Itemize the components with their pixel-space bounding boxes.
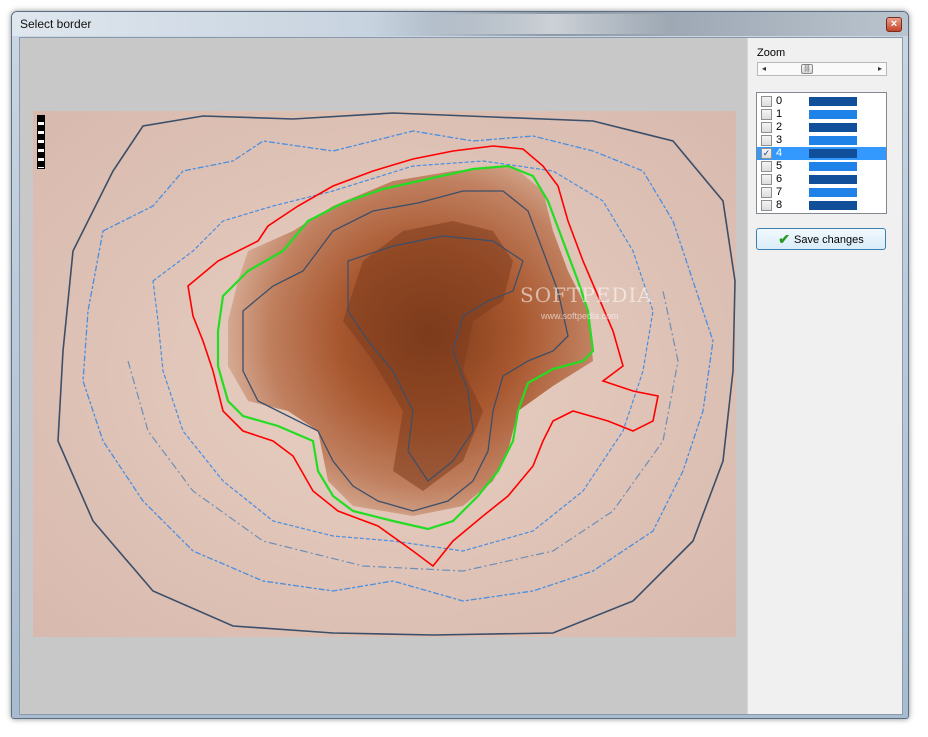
border-checkbox[interactable]	[761, 187, 772, 198]
border-color-swatch	[809, 97, 857, 106]
save-changes-button[interactable]: ✔ Save changes	[756, 228, 886, 250]
softpedia-url: www.softpedia.com	[541, 311, 619, 321]
border-color-swatch	[809, 175, 857, 184]
border-checkbox[interactable]	[761, 200, 772, 211]
border-checkbox[interactable]: ✓	[761, 148, 772, 159]
border-color-swatch	[809, 162, 857, 171]
border-item-2[interactable]: 2	[757, 121, 886, 134]
border-item-label: 2	[776, 121, 783, 133]
border-item-1[interactable]: 1	[757, 108, 886, 121]
border-color-swatch	[809, 110, 857, 119]
check-icon: ✔	[778, 231, 790, 247]
zoom-left-arrow-icon[interactable]: ◂	[758, 63, 770, 75]
border-checkbox[interactable]	[761, 174, 772, 185]
side-panel: Zoom ◂ ||| ▸ 0 1 2 3 ✓ 4 5 6 7 8 ✔ Save changes	[747, 38, 902, 714]
lesion-image[interactable]: SOFTPEDIA www.softpedia.com	[33, 111, 736, 637]
border-item-5[interactable]: 5	[757, 160, 886, 173]
border-color-swatch	[809, 123, 857, 132]
zoom-slider[interactable]: ◂ ||| ▸	[757, 62, 887, 76]
border-color-swatch	[809, 201, 857, 210]
border-item-label: 6	[776, 173, 783, 185]
border-item-8[interactable]: 8	[757, 199, 886, 212]
border-list[interactable]: 0 1 2 3 ✓ 4 5 6 7 8	[756, 92, 887, 214]
border-checkbox[interactable]	[761, 161, 772, 172]
softpedia-watermark: SOFTPEDIA	[520, 283, 653, 307]
window-title: Select border	[20, 17, 92, 31]
border-item-6[interactable]: 6	[757, 173, 886, 186]
border-item-label: 4	[776, 147, 783, 159]
border-color-swatch	[809, 136, 857, 145]
zoom-label: Zoom	[757, 47, 786, 59]
border-checkbox[interactable]	[761, 135, 772, 146]
border-overlay	[33, 111, 736, 637]
title-bar[interactable]: Select border ×	[12, 12, 908, 36]
border-item-label: 0	[776, 95, 783, 107]
border-color-swatch	[809, 188, 857, 197]
border-checkbox[interactable]	[761, 122, 772, 133]
border-item-0[interactable]: 0	[757, 95, 886, 108]
border-item-label: 3	[776, 134, 783, 146]
close-button[interactable]: ×	[886, 17, 902, 32]
border-item-3[interactable]: 3	[757, 134, 886, 147]
zoom-right-arrow-icon[interactable]: ▸	[874, 63, 886, 75]
select-border-window: Select border × SOFTPEDIA www.softpedia.…	[11, 11, 909, 719]
border-item-label: 5	[776, 160, 783, 172]
border-color-swatch	[809, 149, 857, 158]
scale-bar	[37, 115, 45, 169]
border-item-label: 7	[776, 186, 783, 198]
titlebar-watermark	[432, 14, 672, 34]
save-changes-label: Save changes	[794, 234, 864, 246]
border-checkbox[interactable]	[761, 96, 772, 107]
border-item-label: 8	[776, 199, 783, 211]
zoom-slider-thumb[interactable]: |||	[801, 64, 813, 74]
border-item-4[interactable]: ✓ 4	[757, 147, 886, 160]
client-area: SOFTPEDIA www.softpedia.com Zoom ◂ ||| ▸…	[19, 37, 903, 715]
border-checkbox[interactable]	[761, 109, 772, 120]
border-item-7[interactable]: 7	[757, 186, 886, 199]
border-item-label: 1	[776, 108, 783, 120]
image-pane[interactable]: SOFTPEDIA www.softpedia.com	[20, 38, 747, 714]
